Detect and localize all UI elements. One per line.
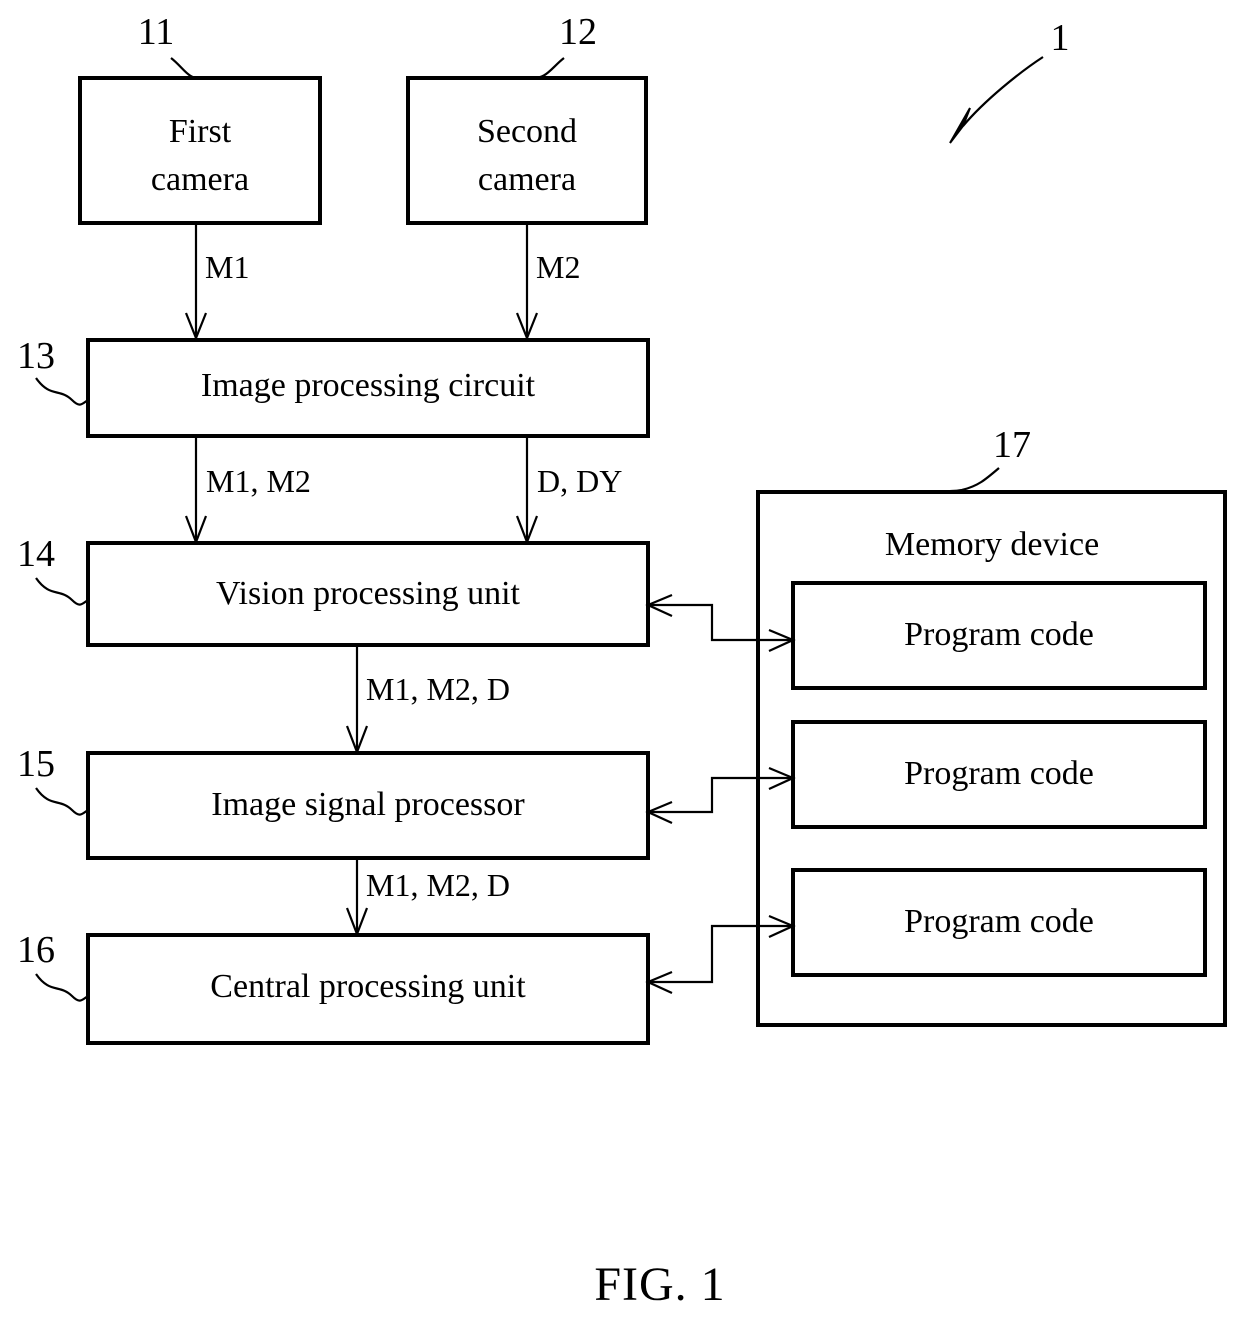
ref-callout-16: 16	[17, 929, 89, 1002]
signal-arrow-m1: M1	[184, 223, 249, 341]
ref-callout-13: 13	[17, 335, 89, 406]
ref-number-13: 13	[17, 335, 55, 377]
first-camera-label-line1: First	[169, 113, 232, 150]
system-reference-callout: 1	[949, 17, 1070, 144]
figure-caption: FIG. 1	[594, 1258, 725, 1311]
memory-device-block: Memory device Program code Program code …	[756, 490, 1227, 1027]
central-processing-unit-block: Central processing unit	[86, 933, 650, 1045]
first-camera-block: First camera	[78, 76, 322, 225]
m1m2d-isp-cpu-signal-label: M1, M2, D	[366, 867, 510, 903]
ref-leader-16	[35, 973, 89, 1002]
second-camera-box	[406, 76, 648, 225]
signal-arrow-d-dy: D, DY	[515, 436, 622, 546]
system-ref-leader-line	[962, 56, 1044, 127]
system-ref-number: 1	[1051, 17, 1070, 59]
program-code-label-1: Program code	[904, 616, 1094, 653]
ref-callout-15: 15	[17, 743, 89, 816]
image-processing-circuit-block: Image processing circuit	[86, 338, 650, 438]
m2-signal-label: M2	[536, 249, 580, 285]
ref-leader-14	[35, 577, 89, 606]
image-processing-circuit-label: Image processing circuit	[201, 367, 536, 404]
ref-callout-12: 12	[529, 11, 597, 80]
first-camera-label-line2: camera	[151, 161, 249, 198]
image-signal-processor-label: Image signal processor	[211, 786, 525, 823]
ref-leader-12	[529, 57, 565, 80]
m1m2d-vpu-isp-signal-label: M1, M2, D	[366, 671, 510, 707]
ref-leader-13	[35, 377, 89, 406]
m1m2-signal-label: M1, M2	[206, 463, 311, 499]
program-code-label-3: Program code	[904, 903, 1094, 940]
ref-number-16: 16	[17, 929, 55, 971]
central-processing-unit-label: Central processing unit	[210, 968, 526, 1005]
signal-arrow-m1m2d-vpu-isp: M1, M2, D	[345, 645, 510, 756]
ref-leader-17	[945, 467, 1000, 494]
ref-callout-11: 11	[138, 11, 203, 80]
signal-arrow-m2: M2	[515, 223, 580, 341]
program-code-label-2: Program code	[904, 755, 1094, 792]
ref-leader-11	[170, 57, 203, 80]
ref-number-12: 12	[559, 11, 597, 53]
image-signal-processor-block: Image signal processor	[86, 751, 650, 860]
second-camera-block: Second camera	[406, 76, 648, 225]
block-diagram: 1 11 First camera 12 Second camera M1 M2…	[17, 11, 1227, 1311]
ref-number-15: 15	[17, 743, 55, 785]
ref-callout-14: 14	[17, 533, 89, 606]
memory-device-title: Memory device	[885, 526, 1099, 563]
ref-leader-15	[35, 787, 89, 816]
ref-number-14: 14	[17, 533, 55, 575]
system-ref-arrowhead-icon	[949, 107, 971, 144]
signal-arrow-m1m2d-isp-cpu: M1, M2, D	[345, 858, 510, 938]
second-camera-label-line2: camera	[478, 161, 576, 198]
vision-processing-unit-label: Vision processing unit	[216, 575, 520, 612]
ref-callout-17: 17	[945, 424, 1031, 494]
patent-figure: 1 11 First camera 12 Second camera M1 M2…	[0, 0, 1240, 1320]
vision-processing-unit-block: Vision processing unit	[86, 541, 650, 647]
first-camera-box	[78, 76, 322, 225]
ref-number-17: 17	[993, 424, 1031, 466]
second-camera-label-line1: Second	[477, 113, 577, 150]
ref-number-11: 11	[138, 11, 175, 53]
m1-signal-label: M1	[205, 249, 249, 285]
d-dy-signal-label: D, DY	[537, 463, 622, 499]
signal-arrow-m1m2: M1, M2	[184, 436, 311, 546]
